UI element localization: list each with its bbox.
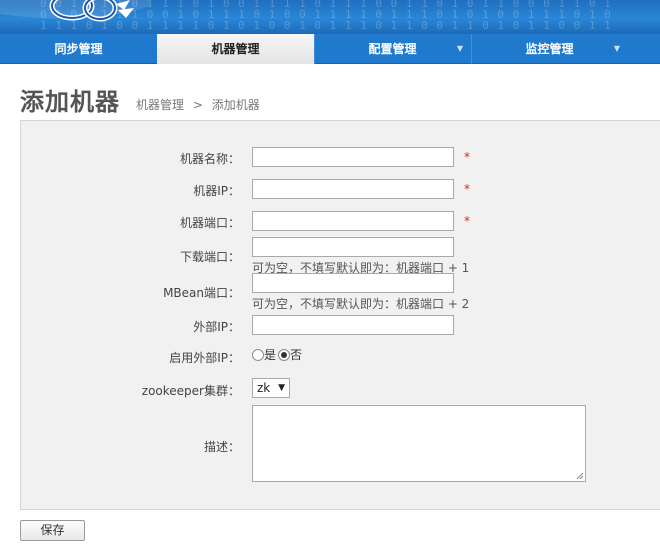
machine-ip-input[interactable] bbox=[252, 179, 454, 199]
download-port-input[interactable] bbox=[252, 237, 454, 257]
chevron-down-icon: ▼ bbox=[613, 44, 620, 53]
radio-no[interactable] bbox=[278, 349, 291, 361]
download-port-label: 下载端口： bbox=[179, 250, 240, 264]
description-textarea[interactable] bbox=[252, 405, 586, 482]
breadcrumb-parent[interactable]: 机器管理 bbox=[136, 98, 184, 112]
nav-item-label: 配置管理 bbox=[368, 42, 417, 56]
nav-item-monitor[interactable]: 监控管理 ▼ bbox=[471, 34, 628, 64]
nav-item-config[interactable]: 配置管理 ▼ bbox=[314, 34, 471, 64]
breadcrumb: 机器管理 > 添加机器 bbox=[136, 96, 265, 113]
mbean-port-label: MBean端口： bbox=[163, 286, 240, 300]
zk-cluster-selected-value: zk bbox=[257, 381, 271, 395]
header-banner: 0 0 1 1 1 1 0 1 1 1 0 1 0 0 1 1 1 1 0 1 … bbox=[0, 0, 660, 34]
save-button[interactable]: 保存 bbox=[20, 520, 85, 541]
use-external-ip-radio-group: 是否 bbox=[252, 348, 304, 364]
nav-item-label: 同步管理 bbox=[54, 42, 103, 56]
nav-item-label: 监控管理 bbox=[525, 42, 574, 56]
nav-item-label: 机器管理 bbox=[211, 42, 260, 56]
machine-ip-label: 机器IP： bbox=[193, 184, 240, 198]
radio-yes-label: 是 bbox=[264, 348, 277, 362]
machine-name-input[interactable] bbox=[252, 147, 454, 167]
radio-no-label: 否 bbox=[290, 348, 303, 362]
mbean-port-hint: 可为空，不填写默认即为：机器端口 + 2 bbox=[252, 297, 470, 311]
use-external-ip-label: 启用外部IP： bbox=[169, 351, 240, 365]
mbean-port-input[interactable] bbox=[252, 273, 454, 293]
description-label: 描述： bbox=[203, 440, 240, 454]
machine-port-label: 机器端口： bbox=[179, 216, 240, 230]
radio-yes[interactable] bbox=[252, 349, 264, 361]
breadcrumb-separator: > bbox=[192, 98, 203, 112]
chevron-down-icon: ▼ bbox=[278, 383, 285, 393]
zk-cluster-label: zookeeper集群： bbox=[141, 384, 240, 398]
external-ip-input[interactable] bbox=[252, 315, 454, 335]
nav-item-sync[interactable]: 同步管理 bbox=[0, 34, 157, 64]
nav-item-machine[interactable]: 机器管理 bbox=[157, 34, 314, 64]
required-mark: * bbox=[464, 214, 470, 228]
machine-name-label: 机器名称： bbox=[179, 152, 240, 166]
machine-port-input[interactable] bbox=[252, 211, 454, 231]
logo-icon bbox=[0, 0, 150, 22]
zk-cluster-select[interactable]: zk ▼ bbox=[252, 378, 290, 398]
main-nav: 同步管理 机器管理 配置管理 ▼ 监控管理 ▼ bbox=[0, 34, 660, 64]
breadcrumb-current: 添加机器 bbox=[211, 98, 260, 112]
external-ip-label: 外部IP： bbox=[193, 320, 240, 334]
chevron-down-icon: ▼ bbox=[456, 44, 463, 53]
resize-grip-icon[interactable] bbox=[576, 472, 584, 480]
required-mark: * bbox=[464, 150, 470, 164]
required-mark: * bbox=[464, 182, 470, 196]
page-title: 添加机器 bbox=[20, 88, 120, 116]
